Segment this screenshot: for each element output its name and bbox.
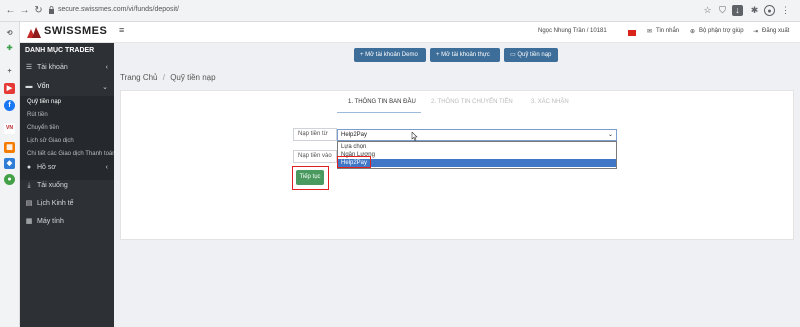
support-link[interactable]: Bộ phận trợ giúp bbox=[699, 28, 744, 34]
youtube-icon[interactable]: ▶ bbox=[4, 83, 15, 94]
calendar-icon: ▤ bbox=[25, 200, 33, 207]
step-2: 2. THÔNG TIN CHUYỂN TIỀN bbox=[431, 99, 513, 105]
reload-icon[interactable]: ↻ bbox=[32, 4, 45, 17]
breadcrumb-home[interactable]: Trang Chủ bbox=[120, 73, 158, 82]
sidebar-item-label: Máy tính bbox=[37, 218, 64, 225]
continue-highlight-box bbox=[292, 166, 329, 190]
mouse-cursor-icon bbox=[411, 132, 418, 141]
sidebar-item-downloads[interactable]: ⤓ Tải xuống bbox=[25, 181, 113, 193]
back-icon[interactable]: ← bbox=[4, 4, 17, 17]
lock-icon bbox=[49, 6, 54, 14]
deposit-from-label: Nạp tiền từ bbox=[293, 128, 337, 141]
list-icon: ☰ bbox=[25, 64, 33, 71]
user-name[interactable]: Ngọc Nhung Trần / 10181 bbox=[538, 28, 607, 34]
vnexpress-icon[interactable]: VN bbox=[4, 123, 15, 134]
puzzle-icon[interactable]: ✱ bbox=[749, 5, 760, 16]
support-icon: ⊕ bbox=[690, 29, 696, 35]
open-demo-account-button[interactable]: + Mở tài khoản Demo bbox=[354, 48, 426, 62]
sidebar-item-label: Vốn bbox=[37, 83, 50, 90]
help2pay-highlight-box bbox=[337, 156, 371, 168]
submenu-item-history[interactable]: Lịch sử Giao dịch bbox=[27, 138, 74, 144]
sidebar-item-label: Tài khoản bbox=[37, 64, 68, 71]
sidebar-item-calendar[interactable]: ▤ Lịch Kinh tế bbox=[25, 199, 113, 211]
sidebar-item-profile[interactable]: ● Hồ sơ ‹ bbox=[25, 163, 113, 175]
sidebar-item-account[interactable]: ☰ Tài khoản ‹ bbox=[25, 63, 113, 75]
step-progress-line bbox=[337, 112, 421, 113]
option-ngan-luong[interactable]: Ngân Lượng bbox=[338, 151, 616, 159]
logo-text: SWISSMES bbox=[44, 25, 108, 37]
sidebar-item-label: Tải xuống bbox=[37, 182, 68, 189]
step-3: 3. XÁC NHẬN bbox=[531, 99, 569, 105]
sidebar-item-label: Hồ sơ bbox=[37, 164, 56, 171]
deposit-method-dropdown: Lựa chọn Ngân Lượng Help2Pay bbox=[337, 141, 617, 169]
option-choose[interactable]: Lựa chọn bbox=[338, 143, 616, 151]
deposit-funds-button[interactable]: ▭ Quỹ tiền nạp bbox=[504, 48, 558, 62]
envelope-icon: ✉ bbox=[647, 29, 653, 35]
option-help2pay[interactable]: Help2Pay bbox=[338, 159, 616, 167]
calculator-icon: ▦ bbox=[25, 218, 33, 225]
game-icon[interactable]: ◆ bbox=[4, 158, 15, 169]
sidebar: SWISSMES DANH MỤC TRADER ☰ Tài khoản ‹ ▬… bbox=[20, 22, 116, 327]
sidebar-item-calculator[interactable]: ▦ Máy tính bbox=[25, 217, 113, 229]
profile-icon[interactable]: ● bbox=[764, 5, 775, 16]
sidebar-item-capital[interactable]: ▬ Vốn ⌄ bbox=[25, 82, 113, 94]
settings-icon[interactable]: ● bbox=[4, 174, 15, 185]
chevron-left-icon: ‹ bbox=[105, 164, 108, 171]
button-label: Quỹ tiền nạp bbox=[517, 52, 552, 58]
address-bar[interactable]: secure.swissmes.com/vi/funds/deposit/ bbox=[58, 6, 179, 13]
gamepad-icon[interactable]: ✚ bbox=[4, 43, 15, 54]
submenu-item-deposit[interactable]: Quỹ tiền nạp bbox=[27, 99, 61, 105]
hamburger-icon[interactable]: ≡ bbox=[119, 25, 124, 35]
download-icon[interactable]: ↓ bbox=[732, 5, 743, 16]
button-label: Mở tài khoản Demo bbox=[365, 52, 418, 58]
step-1: 1. THÔNG TIN BAN ĐẦU bbox=[348, 99, 416, 105]
plus-icon[interactable]: + bbox=[4, 66, 15, 77]
breadcrumb: Trang Chủ / Quỹ tiền nạp bbox=[120, 73, 216, 82]
download-icon: ⤓ bbox=[27, 182, 31, 189]
open-real-account-button[interactable]: + Mở tài khoản thực bbox=[430, 48, 500, 62]
breadcrumb-current: Quỹ tiền nạp bbox=[170, 73, 216, 82]
browser-toolbar: ← → ↻ secure.swissmes.com/vi/funds/depos… bbox=[0, 0, 800, 22]
logout-icon: ⇥ bbox=[753, 29, 759, 35]
deposit-panel: 1. THÔNG TIN BAN ĐẦU 2. THÔNG TIN CHUYỂN… bbox=[120, 90, 794, 240]
shield-icon[interactable]: ⛉ bbox=[717, 5, 728, 16]
submenu-item-withdraw[interactable]: Rút tiền bbox=[27, 112, 48, 118]
top-bar: ≡ Ngọc Nhung Trần / 10181 ✉ Tin nhắn ⊕ B… bbox=[114, 22, 800, 43]
star-icon[interactable]: ☆ bbox=[702, 5, 713, 16]
breadcrumb-separator: / bbox=[162, 73, 165, 82]
select-value: Help2Pay bbox=[341, 132, 368, 138]
apps-icon[interactable]: ▦ bbox=[4, 142, 15, 153]
wallet-icon: ▬ bbox=[25, 83, 33, 90]
logo[interactable]: SWISSMES bbox=[20, 22, 114, 43]
main-content: + Mở tài khoản Demo + Mở tài khoản thực … bbox=[114, 43, 800, 327]
logout-link[interactable]: Đăng xuất bbox=[762, 28, 789, 34]
extensions-bar: ⟲ ✚ + ▶ f VN ▦ ◆ ● bbox=[0, 22, 20, 327]
deposit-method-select[interactable]: Help2Pay ⌄ bbox=[337, 129, 617, 141]
deposit-to-label: Nạp tiền vào bbox=[293, 150, 337, 163]
menu-icon[interactable]: ⋮ bbox=[780, 5, 791, 16]
chevron-down-icon: ⌄ bbox=[607, 132, 613, 138]
chevron-left-icon: ‹ bbox=[105, 64, 108, 71]
sidebar-item-label: Lịch Kinh tế bbox=[37, 200, 74, 207]
chevron-down-icon: ⌄ bbox=[102, 84, 108, 91]
logo-mark-icon bbox=[27, 27, 41, 38]
sidebar-heading: DANH MỤC TRADER bbox=[25, 47, 95, 54]
submenu-item-payment-details[interactable]: Chi tiết các Giao dịch Thanh toán bbox=[27, 151, 116, 157]
vietnam-flag-icon[interactable] bbox=[628, 30, 636, 36]
history-icon[interactable]: ⟲ bbox=[4, 28, 15, 39]
inbox-link[interactable]: Tin nhắn bbox=[656, 28, 679, 34]
submenu-item-transfer[interactable]: Chuyển tiền bbox=[27, 125, 59, 131]
forward-icon[interactable]: → bbox=[18, 4, 31, 17]
facebook-icon[interactable]: f bbox=[4, 100, 15, 111]
user-icon: ● bbox=[26, 164, 32, 171]
button-label: Mở tài khoản thực bbox=[441, 52, 490, 58]
